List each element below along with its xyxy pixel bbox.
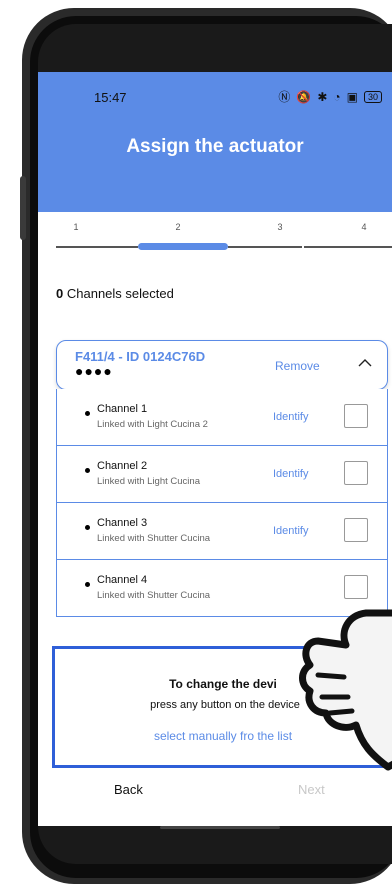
- step-line-3: [228, 246, 302, 248]
- identify-button[interactable]: Identify: [273, 411, 308, 423]
- bullet-icon: [85, 411, 90, 416]
- progress-stepper: 1 2 3 4: [56, 222, 392, 258]
- phone-side-button: [20, 176, 26, 240]
- battery-icon: 30: [363, 90, 382, 103]
- channel-link: Linked with Light Cucina 2: [97, 419, 208, 430]
- channel-name: Channel 1: [97, 403, 148, 415]
- channel-row: Channel 3 Linked with Shutter Cucina Ide…: [56, 503, 388, 560]
- page-title: Assign the actuator: [126, 136, 304, 157]
- channel-row: Channel 2 Linked with Light Cucina Ident…: [56, 446, 388, 503]
- chevron-up-icon[interactable]: [357, 355, 373, 371]
- channel-row: Channel 1 Linked with Light Cucina 2 Ide…: [56, 389, 388, 446]
- next-button[interactable]: Next: [298, 782, 325, 797]
- remove-device-button[interactable]: Remove: [275, 359, 320, 373]
- step-1: 1: [73, 222, 79, 232]
- channel-checkbox[interactable]: [344, 518, 368, 542]
- channel-link: Linked with Shutter Cucina: [97, 590, 211, 601]
- selected-count-number: 0: [56, 286, 64, 301]
- channel-checkbox[interactable]: [344, 461, 368, 485]
- bluetooth-icon: ✱: [317, 89, 328, 104]
- nfc-icon: Ⓝ: [278, 90, 291, 104]
- step-3: 3: [277, 222, 283, 232]
- step-line-4: [304, 246, 392, 248]
- mute-icon: 🔕: [296, 89, 312, 104]
- bullet-icon: [85, 582, 90, 587]
- wifi-icon: ◔: [333, 89, 341, 104]
- sim-icon: ▣: [346, 89, 358, 104]
- channel-checkbox[interactable]: [344, 404, 368, 428]
- bullet-icon: [85, 468, 90, 473]
- app-header: 15:47 Ⓝ 🔕 ✱ ◔ ▣ 30 Assign the actuator: [38, 72, 392, 212]
- step-active-indicator: [138, 243, 228, 250]
- step-2: 2: [175, 222, 181, 232]
- device-card[interactable]: F411/4 - ID 0124C76D ●●●● Remove: [56, 340, 388, 390]
- pointing-hand-icon: [299, 609, 392, 771]
- status-icons: Ⓝ 🔕 ✱ ◔ ▣ 30: [278, 88, 382, 105]
- channel-name: Channel 3: [97, 517, 148, 529]
- device-dots: ●●●●: [75, 363, 113, 379]
- device-name: F411/4 - ID 0124C76D: [75, 349, 206, 364]
- selected-count: 0 Channels selected: [56, 286, 174, 301]
- channel-name: Channel 4: [97, 574, 148, 586]
- bullet-icon: [85, 525, 90, 530]
- channel-name: Channel 2: [97, 460, 148, 472]
- step-line-1: [56, 246, 138, 248]
- channel-link: Linked with Light Cucina: [97, 476, 200, 487]
- identify-button[interactable]: Identify: [273, 468, 308, 480]
- step-4: 4: [361, 222, 367, 232]
- identify-button[interactable]: Identify: [273, 525, 308, 537]
- status-time: 15:47: [94, 90, 127, 105]
- channel-link: Linked with Shutter Cucina: [97, 533, 211, 544]
- selected-count-label: Channels selected: [66, 286, 174, 301]
- back-button[interactable]: Back: [114, 782, 143, 797]
- home-indicator[interactable]: [160, 826, 280, 829]
